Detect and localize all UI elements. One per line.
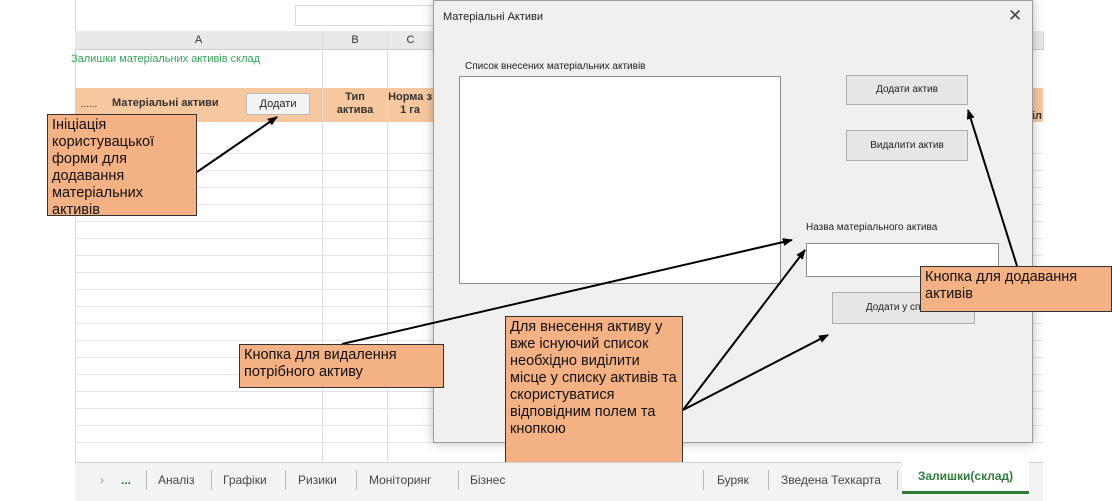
tab-analiz[interactable]: Аналіз <box>158 468 194 492</box>
tab-ryzyky[interactable]: Ризики <box>298 468 337 492</box>
arrow-to-input <box>682 249 806 411</box>
arrow-to-list-button <box>682 334 829 411</box>
tab-grafiky[interactable]: Графіки <box>223 468 267 492</box>
tab-zvedena-tekhkarta[interactable]: Зведена Техкарта <box>781 468 881 492</box>
callout-add-button: Кнопка для додавання активів <box>920 266 1112 312</box>
tab-separator <box>146 470 147 490</box>
tab-separator <box>897 470 898 490</box>
tab-monitoring[interactable]: Моніторинг <box>369 468 432 492</box>
arrow-init-form <box>196 116 278 173</box>
callout-insert-existing: Для внесення активу у вже існуючий списо… <box>505 316 683 472</box>
tab-separator <box>211 470 212 490</box>
tab-separator <box>285 470 286 490</box>
arrow-add-asset <box>966 109 1018 267</box>
tab-separator <box>356 470 357 490</box>
tab-zalyshky-sklad[interactable]: Залишки(склад) <box>902 462 1029 494</box>
tab-buriak[interactable]: Буряк <box>717 468 749 492</box>
tab-separator <box>768 470 769 490</box>
tab-separator <box>458 470 459 490</box>
tab-ellipsis[interactable]: ... <box>121 468 131 492</box>
tab-separator <box>703 470 704 490</box>
callout-delete-button: Кнопка для видалення потрібного активу <box>239 344 444 388</box>
tab-scroll-left-icon[interactable]: › <box>100 468 104 492</box>
callout-init-form: Ініціація користувацької форми для додав… <box>47 114 197 218</box>
tab-biznes[interactable]: Бізнес <box>470 468 505 492</box>
